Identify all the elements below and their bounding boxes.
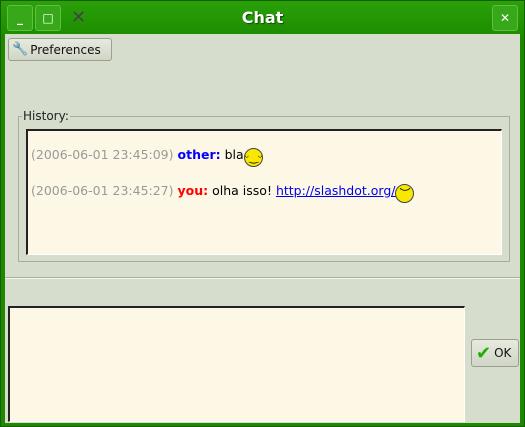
client-area: 🔧 Preferences History: (2006-06-01 23:45…	[5, 34, 520, 423]
message-sender: other:	[177, 147, 221, 162]
message-timestamp: (2006-06-01 23:45:09)	[31, 147, 174, 162]
preferences-button[interactable]: 🔧 Preferences	[8, 38, 112, 61]
message-input[interactable]	[8, 306, 465, 422]
sad-icon: ︶	[395, 184, 415, 203]
wrench-icon: 🔧	[12, 42, 29, 57]
ok-button[interactable]: ✔ OK	[471, 339, 519, 367]
history-label: History:	[22, 109, 70, 123]
message-text: olha isso!	[212, 183, 276, 198]
history-view[interactable]: (2006-06-01 23:45:09) other: blaᵕ‿ᵕ (200…	[26, 129, 502, 255]
chat-window: _ □ ✕ Chat ✕ 🔧 Preferences History: (200…	[0, 0, 525, 427]
separator	[5, 277, 520, 279]
message-timestamp: (2006-06-01 23:45:27)	[31, 183, 174, 198]
preferences-label: Preferences	[30, 42, 101, 57]
message-row: (2006-06-01 23:45:09) other: blaᵕ‿ᵕ	[31, 147, 263, 167]
history-frame: History: (2006-06-01 23:45:09) other: bl…	[18, 109, 510, 262]
message-sender: you:	[177, 183, 209, 198]
message-row: (2006-06-01 23:45:27) you: olha isso! ht…	[31, 183, 415, 203]
message-text: bla	[224, 147, 244, 162]
title-bar: _ □ ✕ Chat ✕	[1, 1, 524, 34]
smile-icon: ᵕ‿ᵕ	[243, 148, 263, 167]
message-link[interactable]: http://slashdot.org/	[276, 183, 396, 198]
close-button[interactable]: ✕	[492, 5, 518, 31]
ok-label: OK	[494, 346, 512, 360]
checkmark-icon: ✔	[476, 342, 492, 364]
window-title: Chat	[241, 8, 284, 27]
